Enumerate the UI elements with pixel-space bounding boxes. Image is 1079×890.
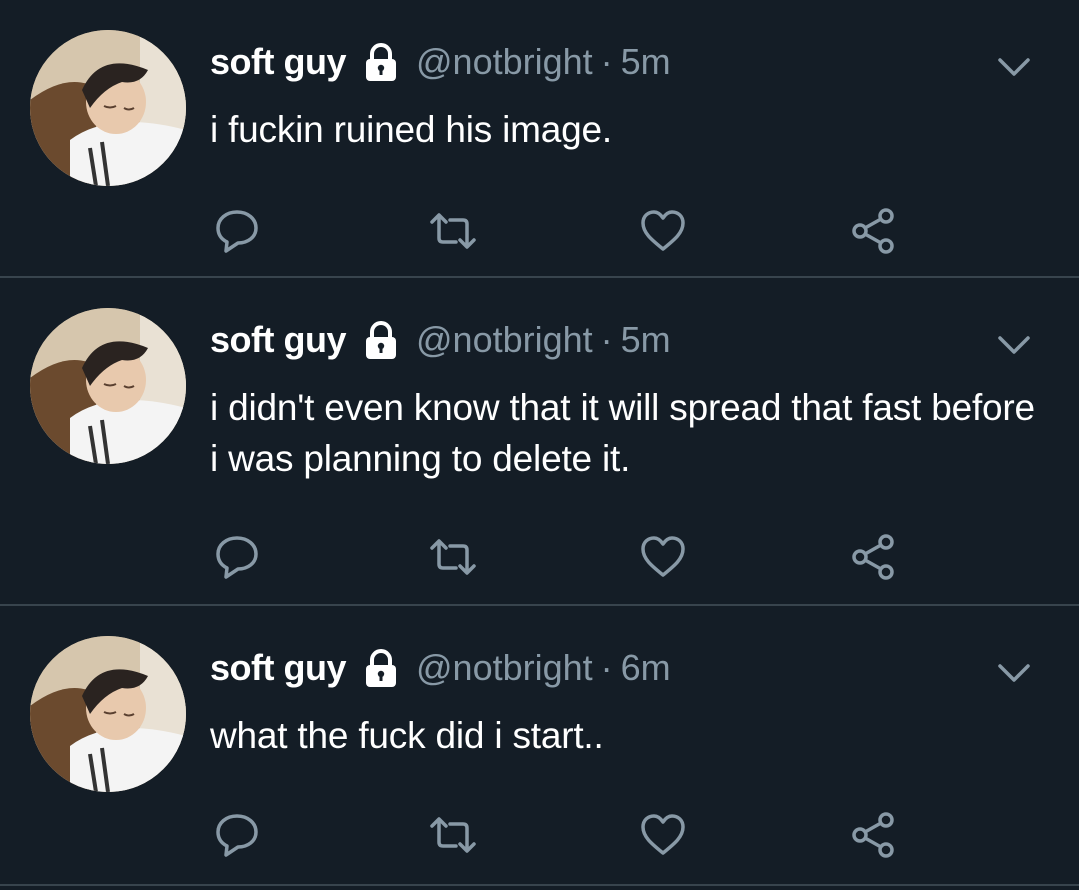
share-icon[interactable] bbox=[848, 206, 898, 256]
tweet-header: soft guy @notbright · 5m bbox=[210, 318, 671, 362]
chevron-down-icon[interactable] bbox=[994, 330, 1034, 360]
reply-icon[interactable] bbox=[212, 532, 262, 582]
tweet-feed: soft guy @notbright · 5m i fuckin ruined… bbox=[0, 0, 1079, 890]
handle[interactable]: @notbright bbox=[416, 319, 593, 361]
avatar[interactable] bbox=[30, 308, 186, 464]
reply-icon[interactable] bbox=[212, 810, 262, 860]
retweet-icon[interactable] bbox=[428, 532, 478, 582]
heart-icon[interactable] bbox=[638, 206, 688, 256]
chevron-down-icon[interactable] bbox=[994, 658, 1034, 688]
tweet-text: what the fuck did i start.. bbox=[210, 715, 604, 756]
share-icon[interactable] bbox=[848, 532, 898, 582]
lock-icon bbox=[360, 41, 402, 83]
timestamp[interactable]: 5m bbox=[621, 41, 671, 83]
heart-icon[interactable] bbox=[638, 532, 688, 582]
timestamp[interactable]: 6m bbox=[621, 647, 671, 689]
chevron-down-icon[interactable] bbox=[994, 52, 1034, 82]
heart-icon[interactable] bbox=[638, 810, 688, 860]
tweet[interactable]: soft guy @notbright · 6m what the fuck d… bbox=[0, 606, 1079, 882]
lock-icon bbox=[360, 319, 402, 361]
tweet[interactable]: soft guy @notbright · 5m i fuckin ruined… bbox=[0, 0, 1079, 276]
separator: · bbox=[600, 41, 613, 82]
tweet[interactable]: soft guy @notbright · 5m i didn't even k… bbox=[0, 278, 1079, 604]
lock-icon bbox=[360, 647, 402, 689]
display-name[interactable]: soft guy bbox=[210, 319, 347, 361]
handle[interactable]: @notbright bbox=[416, 647, 593, 689]
tweet-text: i didn't even know that it will spread t… bbox=[210, 387, 1035, 479]
tweet-text: i fuckin ruined his image. bbox=[210, 109, 612, 150]
tweet-header: soft guy @notbright · 5m bbox=[210, 40, 671, 84]
tweet-actions bbox=[0, 206, 1079, 256]
separator: · bbox=[600, 319, 613, 360]
divider bbox=[0, 884, 1079, 886]
tweet-actions bbox=[0, 810, 1079, 860]
avatar[interactable] bbox=[30, 636, 186, 792]
share-icon[interactable] bbox=[848, 810, 898, 860]
display-name[interactable]: soft guy bbox=[210, 41, 347, 83]
separator: · bbox=[600, 647, 613, 688]
retweet-icon[interactable] bbox=[428, 810, 478, 860]
avatar[interactable] bbox=[30, 30, 186, 186]
timestamp[interactable]: 5m bbox=[621, 319, 671, 361]
tweet-header: soft guy @notbright · 6m bbox=[210, 646, 671, 690]
retweet-icon[interactable] bbox=[428, 206, 478, 256]
display-name[interactable]: soft guy bbox=[210, 647, 347, 689]
handle[interactable]: @notbright bbox=[416, 41, 593, 83]
reply-icon[interactable] bbox=[212, 206, 262, 256]
tweet-actions bbox=[0, 532, 1079, 582]
